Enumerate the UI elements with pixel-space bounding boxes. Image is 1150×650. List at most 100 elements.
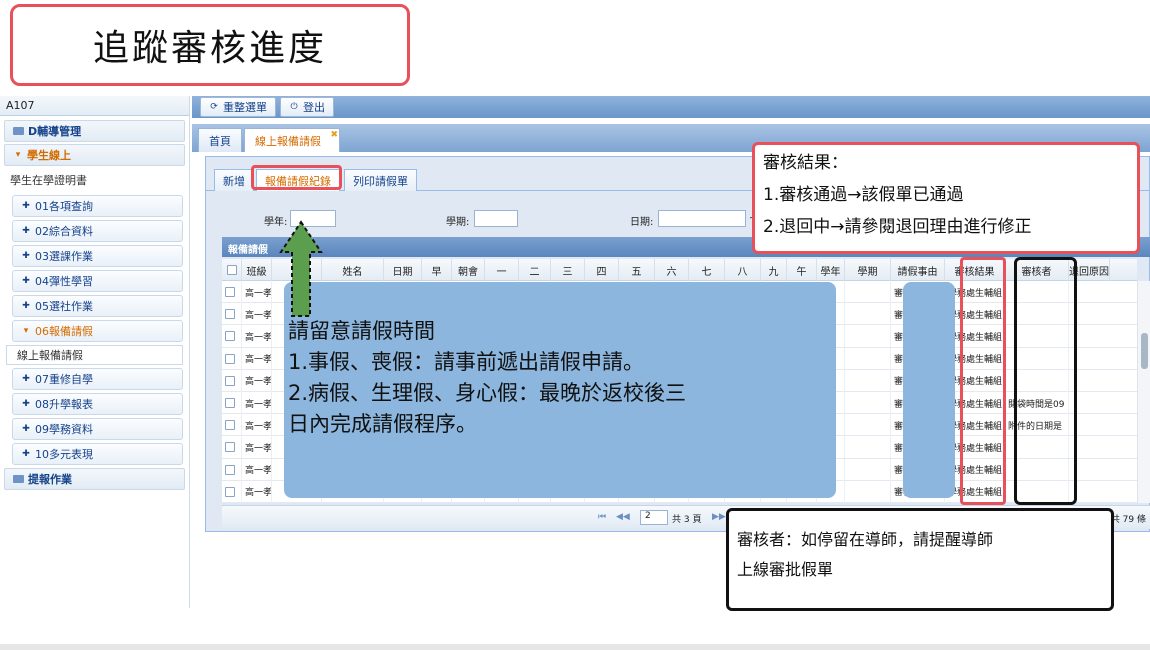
sidebar-item-03[interactable]: ✚ 03選課作業 [12,245,183,267]
row-checkbox[interactable] [222,392,242,414]
grid-scrollbar[interactable] [1137,281,1150,503]
logout-button[interactable]: ⏻ 登出 [280,97,334,117]
sidebar-item-10[interactable]: ✚ 10多元表現 [12,443,183,465]
cell-class: 高一孝 [242,369,272,392]
tab-add[interactable]: 新增 [214,169,254,191]
column-header[interactable]: 八 [725,259,761,281]
sidebar-item-02[interactable]: ✚ 02綜合資料 [12,220,183,242]
leave-reason-highlight [903,282,955,498]
close-icon[interactable]: ✖ [330,130,338,140]
sidebar-item-online-leave[interactable]: 線上報備請假 [6,345,183,365]
tab-print-leave[interactable]: 列印請假單 [344,169,417,191]
tab-home[interactable]: 首頁 [198,128,242,152]
folder-icon [13,127,24,135]
folder-icon [13,475,24,483]
sidebar: A107 D輔導管理 ▾ 學生線上 學生在學證明書 ✚ 01各項查詢 ✚ 02綜合資… [0,96,190,608]
column-header[interactable]: 學年 [817,259,845,281]
select-all-checkbox[interactable] [222,259,242,281]
checkbox-icon [225,442,235,453]
cell-leave-reason [845,436,891,459]
checkbox-icon [225,353,235,364]
sidebar-group-counseling[interactable]: D輔導管理 [4,120,185,142]
cell-class: 高一孝 [242,347,272,370]
column-header[interactable]: 朝會 [452,259,485,281]
caret-down-icon: ▾ [15,150,21,160]
cell-leave-reason [845,480,891,503]
cell-leave-reason [845,414,891,437]
column-header[interactable]: 五 [619,259,655,281]
sidebar-item-07[interactable]: ✚ 07重修自學 [12,368,183,390]
total-pages: 共 3 頁 [672,515,702,525]
cell-leave-reason [845,458,891,481]
row-checkbox[interactable] [222,281,242,303]
column-header[interactable]: 請假事由 [891,259,945,281]
reviewer-explanation-callout: 審核者：如停留在導師，請提醒導師 上線審批假單 [726,508,1114,611]
green-arrow-icon [279,220,323,317]
sidebar-item-06[interactable]: ▾ 06報備請假 [12,320,183,342]
row-checkbox[interactable] [222,480,242,503]
sidebar-item-01[interactable]: ✚ 01各項查詢 [12,195,183,217]
scroll-thumb[interactable] [1141,333,1148,369]
sidebar-item-09[interactable]: ✚ 09學務資料 [12,418,183,440]
checkbox-icon [225,287,235,297]
date-start-input[interactable] [658,210,746,227]
first-page-icon[interactable]: ⏮ [598,512,606,522]
column-header[interactable]: 一 [485,259,519,281]
prev-page-icon[interactable]: ◀◀ [616,512,630,522]
row-checkbox[interactable] [222,303,242,326]
plus-icon: ✚ [22,424,30,434]
column-header[interactable]: 七 [689,259,725,281]
next-page-icon[interactable]: ▶▶ [712,512,726,522]
sidebar-item-04[interactable]: ✚ 04彈性學習 [12,270,183,292]
plus-icon: ✚ [22,276,30,286]
sidebar-group-report[interactable]: 提報作業 [4,468,185,490]
sidebar-group-student-online[interactable]: ▾ 學生線上 [4,144,185,166]
cell-class: 高一孝 [242,480,272,503]
column-header[interactable]: 午 [787,259,817,281]
bottom-bar [0,644,1150,650]
column-header[interactable]: 學期 [845,259,891,281]
sidebar-item-05[interactable]: ✚ 05選社作業 [12,295,183,317]
cell-leave-reason [845,392,891,414]
date-label: 日期: [630,217,654,228]
row-checkbox[interactable] [222,347,242,370]
sidebar-account: A107 [0,96,189,116]
sidebar-item-certificate[interactable]: 學生在學證明書 [0,168,189,192]
total-items: 共 79 條 [1110,515,1146,525]
row-checkbox[interactable] [222,436,242,459]
row-checkbox[interactable] [222,369,242,392]
records-tab-highlight [251,165,342,190]
reviewer-column-highlight [1014,257,1077,505]
column-header[interactable]: 六 [655,259,689,281]
checkbox-icon [225,331,235,342]
cell-leave-reason [845,369,891,392]
column-header[interactable]: 九 [761,259,787,281]
column-header[interactable]: 班級 [242,259,272,281]
page-input[interactable]: 2 [640,510,668,525]
plus-icon: ✚ [22,251,30,261]
row-checkbox[interactable] [222,325,242,348]
caret-down-icon: ▾ [23,326,29,336]
refresh-icon: ⟳ [210,102,218,112]
plus-icon: ✚ [22,301,30,311]
column-header[interactable]: 二 [519,259,551,281]
checkbox-icon [225,375,235,386]
cell-class: 高一孝 [242,436,272,459]
reset-menu-button[interactable]: ⟳ 重整選單 [200,97,276,117]
semester-input[interactable] [474,210,518,227]
row-checkbox[interactable] [222,414,242,437]
cell-class: 高一孝 [242,303,272,326]
column-header[interactable]: 姓名 [322,259,384,281]
cell-leave-reason [845,325,891,348]
tab-online-leave[interactable]: 線上報備請假 ✖ [244,128,340,152]
semester-label: 學期: [446,217,470,228]
column-header[interactable]: 早 [422,259,452,281]
plus-icon: ✚ [22,374,30,384]
column-header[interactable]: 三 [551,259,585,281]
cell-leave-reason [845,281,891,303]
column-header[interactable]: 日期 [384,259,422,281]
sidebar-item-08[interactable]: ✚ 08升學報表 [12,393,183,415]
row-checkbox[interactable] [222,458,242,481]
plus-icon: ✚ [22,226,30,236]
column-header[interactable]: 四 [585,259,619,281]
